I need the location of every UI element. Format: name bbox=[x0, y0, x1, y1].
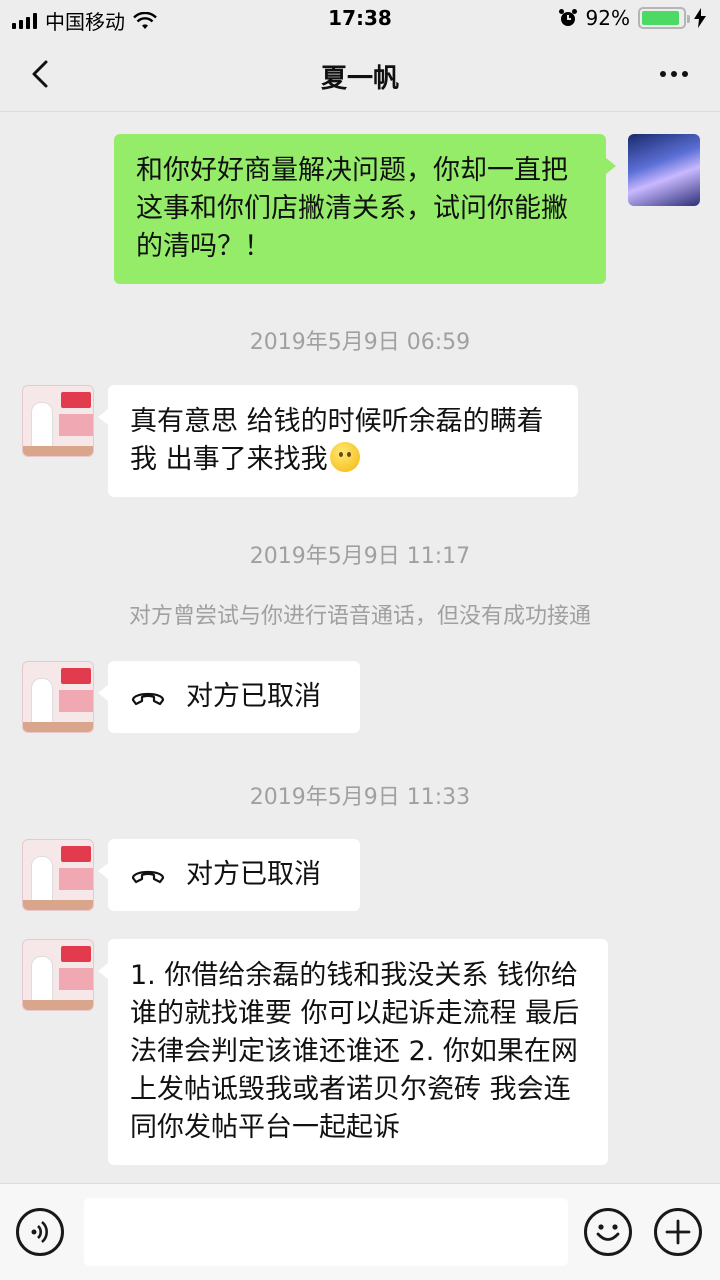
plus-icon[interactable] bbox=[654, 1208, 702, 1256]
message-text: 和你好好商量解决问题，你却一直把这事和你们店撇清关系，试问你能撇的清吗？！ bbox=[136, 155, 568, 262]
message-text: 1. 你借给余磊的钱和我没关系 钱你给谁的就找谁要 你可以起诉走流程 最后法律会… bbox=[130, 960, 580, 1143]
message-bubble-incoming[interactable]: 真有意思 给钱的时候听余磊的瞒着我 出事了来找我 bbox=[98, 385, 578, 497]
chat-history[interactable]: 和你好好商量解决问题，你却一直把这事和你们店撇清关系，试问你能撇的清吗？！ 20… bbox=[0, 113, 720, 1183]
timestamp: 2019年5月9日 06:59 bbox=[249, 330, 471, 355]
chat-title: 夏一帆 bbox=[320, 64, 399, 94]
charging-icon bbox=[694, 8, 706, 28]
timestamp: 2019年5月9日 11:17 bbox=[249, 544, 471, 569]
contact-avatar[interactable] bbox=[22, 839, 94, 911]
contact-avatar[interactable] bbox=[22, 939, 94, 1011]
system-notice: 对方曾尝试与你进行语音通话，但没有成功接通 bbox=[128, 604, 591, 629]
message-bubble-outgoing[interactable]: 和你好好商量解决问题，你却一直把这事和你们店撇清关系，试问你能撇的清吗？！ bbox=[114, 134, 616, 284]
more-icon[interactable] bbox=[654, 56, 694, 92]
message-bubble-incoming[interactable]: 1. 你借给余磊的钱和我没关系 钱你给谁的就找谁要 你可以起诉走流程 最后法律会… bbox=[98, 939, 608, 1165]
message-input[interactable] bbox=[84, 1198, 568, 1266]
input-bar bbox=[0, 1183, 720, 1280]
status-right: 92% bbox=[558, 6, 706, 30]
my-avatar[interactable] bbox=[628, 134, 700, 206]
battery-icon bbox=[638, 7, 690, 29]
call-status-text: 对方已取消 bbox=[186, 859, 321, 890]
call-status-text: 对方已取消 bbox=[186, 681, 321, 712]
call-record-bubble[interactable]: 对方已取消 bbox=[98, 839, 360, 911]
battery-percent: 92% bbox=[585, 6, 630, 30]
contact-avatar[interactable] bbox=[22, 661, 94, 733]
battery-level bbox=[642, 11, 679, 25]
status-bar: 中国移动 17:38 92% bbox=[0, 0, 720, 40]
alarm-icon bbox=[558, 9, 577, 26]
nav-bar: 夏一帆 bbox=[0, 40, 720, 112]
timestamp: 2019年5月9日 11:33 bbox=[249, 785, 471, 810]
contact-avatar[interactable] bbox=[22, 385, 94, 457]
phone-hangup-icon bbox=[131, 870, 165, 884]
call-record-bubble[interactable]: 对方已取消 bbox=[98, 661, 360, 733]
smile-emoji-icon bbox=[329, 442, 360, 472]
phone-hangup-icon bbox=[131, 692, 165, 706]
emoji-icon[interactable] bbox=[584, 1208, 632, 1256]
voice-icon[interactable] bbox=[16, 1208, 64, 1256]
